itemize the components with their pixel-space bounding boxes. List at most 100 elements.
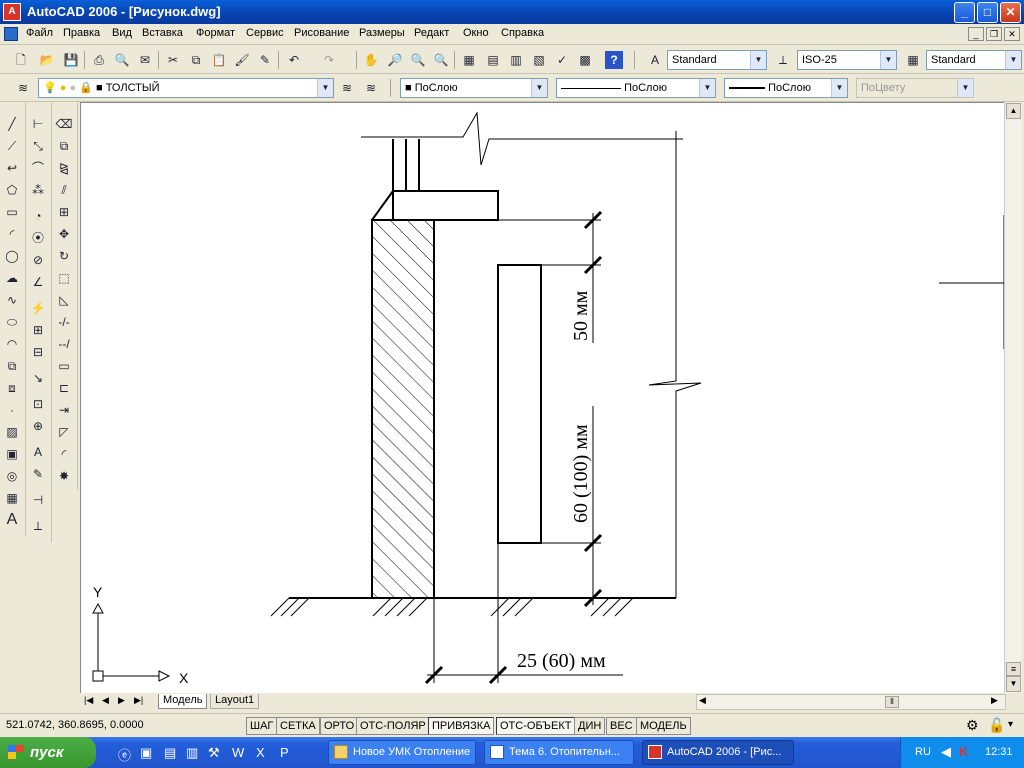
help-icon[interactable]: ? [605,51,623,69]
menu-tools[interactable]: Сервис [246,27,284,39]
ortho-toggle[interactable]: ОРТО [320,717,359,735]
table-style-select[interactable]: Standard ▼ [926,50,1022,70]
dimension-edit-icon[interactable]: A [29,443,47,461]
zoom-previous-icon[interactable]: 🔍 [432,51,450,69]
construction-line-icon[interactable]: ⟋ [3,137,21,155]
diameter-icon[interactable]: ⊘ [29,251,47,269]
color-select[interactable]: ■ ПоСлою ▼ [400,78,548,98]
rotate-icon[interactable]: ↻ [55,247,73,265]
menu-help[interactable]: Справка [501,27,544,39]
horizontal-scrollbar[interactable]: ◀ ⦀ ▶ [696,694,1006,710]
layer-select[interactable]: 💡 ● ● 🔒 ■ ТОЛСТЫЙ ▼ [38,78,334,98]
polygon-icon[interactable]: ⬠ [3,181,21,199]
status-menu-icon[interactable]: ▾ [1008,719,1013,730]
close-button[interactable]: ✕ [1000,2,1021,23]
calculator-icon[interactable]: ▩ [576,51,594,69]
menu-file[interactable]: Файл [26,27,53,39]
lineweight-toggle[interactable]: ВЕС [606,717,637,735]
chamfer-icon[interactable]: ◸ [55,423,73,441]
move-icon[interactable]: ✥ [55,225,73,243]
ellipse-icon[interactable]: ⬭ [3,313,21,331]
save-quicklaunch-icon[interactable]: ▣ [140,745,152,761]
fillet-icon[interactable]: ◜ [55,445,73,463]
quick-leader-icon[interactable]: ↘ [29,369,47,387]
last-tab-button[interactable]: ▶| [134,695,143,706]
task-autocad[interactable]: AutoCAD 2006 - [Рис... [642,740,794,765]
prev-tab-button[interactable]: ◀ [102,695,109,706]
copy-icon[interactable]: ⧉ [187,51,205,69]
mirror-icon[interactable]: ⧎ [55,159,73,177]
dimension-update-icon[interactable]: ⊣ [29,491,47,509]
zoom-realtime-icon[interactable]: 🔎 [386,51,404,69]
table-icon[interactable]: ▦ [3,489,21,507]
menu-view[interactable]: Вид [112,27,132,39]
trim-icon[interactable]: -/- [55,313,73,331]
menu-modify[interactable]: Редакт [414,27,449,39]
vertical-scrollbar[interactable]: ▲ ≡ ▼ [1004,102,1022,693]
grid-toggle[interactable]: СЕТКА [276,717,320,735]
baseline-icon[interactable]: ⊞ [29,321,47,339]
insert-block-icon[interactable]: ⧉ [3,357,21,375]
volume-icon[interactable]: ◀ [941,744,951,760]
dim-style-icon[interactable]: ⟂ [774,51,792,69]
library-icon[interactable]: ▤ [164,745,176,761]
new-icon[interactable]: 🗋 [12,51,30,69]
doc-close-button[interactable]: ✕ [1004,27,1020,41]
scroll-thumb[interactable]: ≡ [1006,662,1021,676]
tool-palettes-icon[interactable]: ▥ [507,51,525,69]
menu-window[interactable]: Окно [463,27,489,39]
antivirus-icon[interactable]: K [959,744,968,759]
angular-icon[interactable]: ∠ [29,273,47,291]
dimension-text-edit-icon[interactable]: ✎ [29,465,47,483]
quick-dimension-icon[interactable]: ⚡ [29,299,47,317]
task-folder[interactable]: Новое УМК Отопление [328,740,476,765]
radius-icon[interactable]: ◔ [29,207,47,225]
offset-icon[interactable]: ⫽ [55,181,73,199]
arc-length-icon[interactable]: ⌒ [29,159,47,177]
match-properties-icon[interactable]: 🖌 [233,51,251,69]
book-icon[interactable]: ▥ [186,745,198,761]
minimize-button[interactable]: _ [954,2,975,23]
polyline-icon[interactable]: ↩ [3,159,21,177]
scale-icon[interactable]: ⬚ [55,269,73,287]
save-icon[interactable]: 💾 [62,51,80,69]
table-style-icon[interactable]: ▦ [904,51,922,69]
autocad-app-icon[interactable]: A [3,3,21,21]
layer-manager-icon[interactable]: ≋ [14,79,32,97]
properties-icon[interactable]: ▦ [460,51,478,69]
lineweight-select[interactable]: ПоСлою ▼ [724,78,848,98]
menu-edit[interactable]: Правка [63,27,100,39]
tolerance-icon[interactable]: ⊡ [29,395,47,413]
tool-icon[interactable]: ⚒ [208,745,220,761]
polar-tracking-toggle[interactable]: ОТС-ПОЛЯР [356,717,430,735]
text-style-select[interactable]: Standard ▼ [667,50,767,70]
make-current-layer-icon[interactable]: ≋ [338,79,356,97]
extend-icon[interactable]: --/ [55,335,73,353]
sheet-set-icon[interactable]: ▧ [530,51,548,69]
aligned-dimension-icon[interactable]: ⤡ [29,137,47,155]
first-tab-button[interactable]: |◀ [84,695,93,706]
center-mark-icon[interactable]: ⊕ [29,417,47,435]
paste-icon[interactable]: 📋 [210,51,228,69]
maximize-button[interactable]: □ [977,2,998,23]
cut-icon[interactable]: ✂ [164,51,182,69]
linetype-select[interactable]: ПоСлою ▼ [556,78,716,98]
revision-cloud-icon[interactable]: ☁ [3,269,21,287]
communication-center-icon[interactable]: ⚙ [966,717,979,734]
tab-model[interactable]: Модель [158,694,208,709]
scroll-right-button[interactable]: ▶ [991,695,998,706]
task-word-document[interactable]: Тема 6. Отопительн... [484,740,634,765]
circle-icon[interactable]: ◯ [3,247,21,265]
redo-icon[interactable]: ↷ [320,51,338,69]
dynamic-input-toggle[interactable]: ДИН [574,717,606,735]
line-icon[interactable]: ╱ [3,115,21,133]
word-icon[interactable]: W [232,745,244,760]
print-icon[interactable]: ⎙ [90,51,108,69]
drawing-canvas[interactable]: 50 мм 60 (100) мм 25 (60) мм Y X [81,103,1004,693]
rectangle-icon[interactable]: ▭ [3,203,21,221]
doc-restore-button[interactable]: ❐ [986,27,1002,41]
array-icon[interactable]: ⊞ [55,203,73,221]
open-icon[interactable]: 📂 [38,51,56,69]
menu-format[interactable]: Формат [196,27,235,39]
hscroll-thumb[interactable]: ⦀ [885,696,899,708]
